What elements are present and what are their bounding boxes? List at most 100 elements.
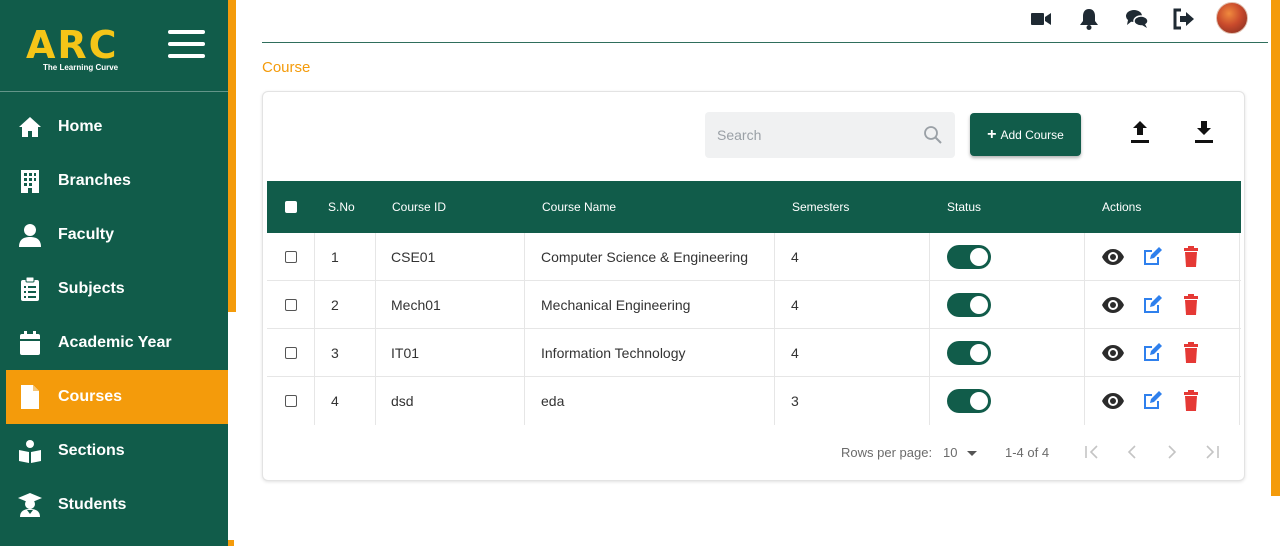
cell-course-id: CSE01	[391, 249, 436, 265]
edit-icon[interactable]	[1140, 389, 1164, 413]
cell-course-name: Mechanical Engineering	[541, 297, 691, 313]
view-icon[interactable]	[1101, 293, 1125, 317]
bell-icon[interactable]	[1078, 8, 1102, 30]
sidebar-item-label: Academic Year	[58, 334, 172, 351]
table-row: 4 dsd eda 3	[267, 377, 1241, 425]
cell-course-name: Computer Science & Engineering	[541, 249, 749, 265]
view-icon[interactable]	[1101, 245, 1125, 269]
search-icon[interactable]	[923, 125, 943, 145]
page-title: Course	[262, 59, 311, 76]
chat-icon[interactable]	[1125, 8, 1149, 30]
scroll-accent-dot	[228, 540, 234, 546]
view-icon[interactable]	[1101, 341, 1125, 365]
cell-course-id: dsd	[391, 393, 414, 409]
cell-sno: 3	[331, 345, 339, 361]
plus-icon: +	[987, 125, 997, 143]
upload-icon[interactable]	[1129, 120, 1153, 146]
chevron-down-icon	[967, 451, 978, 457]
logo[interactable]: ARC The Learning Curve	[26, 26, 146, 76]
sidebar-item-label: Sections	[58, 442, 125, 459]
scroll-accent-bar	[228, 0, 236, 312]
video-icon[interactable]	[1030, 8, 1054, 30]
cell-course-id: Mech01	[391, 297, 441, 313]
last-page-icon[interactable]	[1203, 444, 1223, 460]
status-toggle[interactable]	[947, 341, 991, 365]
sidebar-item-label: Home	[58, 118, 103, 135]
rows-per-page-select[interactable]: 10	[943, 445, 978, 460]
sidebar-item-subjects[interactable]: Subjects	[0, 262, 228, 316]
edit-icon[interactable]	[1140, 341, 1164, 365]
home-icon	[18, 115, 42, 139]
sidebar-item-label: Students	[58, 496, 127, 513]
cell-course-name: eda	[541, 393, 565, 409]
row-checkbox[interactable]	[285, 347, 297, 359]
sidebar: ARC The Learning Curve Home Branches Fac…	[0, 0, 228, 546]
logo-tagline: The Learning Curve	[43, 63, 119, 72]
sidebar-item-branches[interactable]: Branches	[0, 154, 228, 208]
page-range: 1-4 of 4	[1005, 445, 1050, 460]
menu-toggle-icon[interactable]	[168, 30, 205, 58]
sidebar-item-label: Faculty	[58, 226, 115, 243]
header-semesters[interactable]: Semesters	[792, 181, 849, 233]
app: ARC The Learning Curve Home Branches Fac…	[0, 0, 1280, 546]
reader-icon	[18, 439, 42, 463]
view-icon[interactable]	[1101, 389, 1125, 413]
scrollbar[interactable]	[1271, 0, 1280, 496]
cell-sno: 2	[331, 297, 339, 313]
header-status[interactable]: Status	[947, 181, 981, 233]
header-course-name[interactable]: Course Name	[542, 181, 616, 233]
sidebar-item-students[interactable]: Students	[0, 478, 228, 532]
clipboard-icon	[18, 277, 42, 301]
delete-icon[interactable]	[1179, 245, 1203, 269]
sidebar-item-label: Courses	[58, 388, 123, 405]
download-icon[interactable]	[1193, 120, 1217, 146]
rows-per-page-value: 10	[943, 445, 958, 460]
edit-icon[interactable]	[1140, 245, 1164, 269]
status-toggle[interactable]	[947, 389, 991, 413]
select-all-checkbox[interactable]	[285, 201, 297, 213]
edit-icon[interactable]	[1140, 293, 1164, 317]
sidebar-item-label: Branches	[58, 172, 131, 189]
header-course-id[interactable]: Course ID	[392, 181, 446, 233]
status-toggle[interactable]	[947, 293, 991, 317]
cell-semesters: 3	[791, 393, 799, 409]
brand: ARC The Learning Curve	[0, 0, 228, 92]
search-input[interactable]	[705, 112, 915, 158]
cell-sno: 1	[331, 249, 339, 265]
next-page-icon[interactable]	[1163, 444, 1183, 460]
sidebar-item-home[interactable]: Home	[0, 100, 228, 154]
status-toggle[interactable]	[947, 245, 991, 269]
add-course-button[interactable]: + Add Course	[970, 113, 1081, 156]
cell-course-name: Information Technology	[541, 345, 686, 361]
row-checkbox[interactable]	[285, 299, 297, 311]
graduate-icon	[18, 493, 42, 517]
pagination: Rows per page: 10 1-4 of 4	[263, 437, 1246, 467]
cell-semesters: 4	[791, 297, 799, 313]
table-row: 3 IT01 Information Technology 4	[267, 329, 1241, 377]
sidebar-item-sections[interactable]: Sections	[0, 424, 228, 478]
header-actions: Actions	[1102, 200, 1142, 214]
prev-page-icon[interactable]	[1123, 444, 1143, 460]
row-checkbox[interactable]	[285, 251, 297, 263]
calendar-icon	[18, 331, 42, 355]
sidebar-item-academic-year[interactable]: Academic Year	[0, 316, 228, 370]
sidebar-item-courses[interactable]: Courses	[6, 370, 228, 424]
header-divider	[262, 42, 1268, 43]
delete-icon[interactable]	[1179, 341, 1203, 365]
first-page-icon[interactable]	[1083, 444, 1103, 460]
course-card: + Add Course S.No Course ID Course Name …	[262, 91, 1245, 481]
header-sno[interactable]: S.No	[328, 181, 355, 233]
delete-icon[interactable]	[1179, 389, 1203, 413]
row-checkbox[interactable]	[285, 395, 297, 407]
cell-sno: 4	[331, 393, 339, 409]
sidebar-item-label: Subjects	[58, 280, 125, 297]
logo-text: ARC	[26, 23, 119, 67]
file-icon	[18, 385, 42, 409]
logout-icon[interactable]	[1173, 8, 1197, 30]
avatar[interactable]	[1216, 2, 1248, 34]
add-course-label: Add Course	[1000, 127, 1064, 142]
delete-icon[interactable]	[1179, 293, 1203, 317]
cell-semesters: 4	[791, 249, 799, 265]
table-header: S.No Course ID Course Name Semesters Sta…	[267, 181, 1241, 233]
sidebar-item-faculty[interactable]: Faculty	[0, 208, 228, 262]
